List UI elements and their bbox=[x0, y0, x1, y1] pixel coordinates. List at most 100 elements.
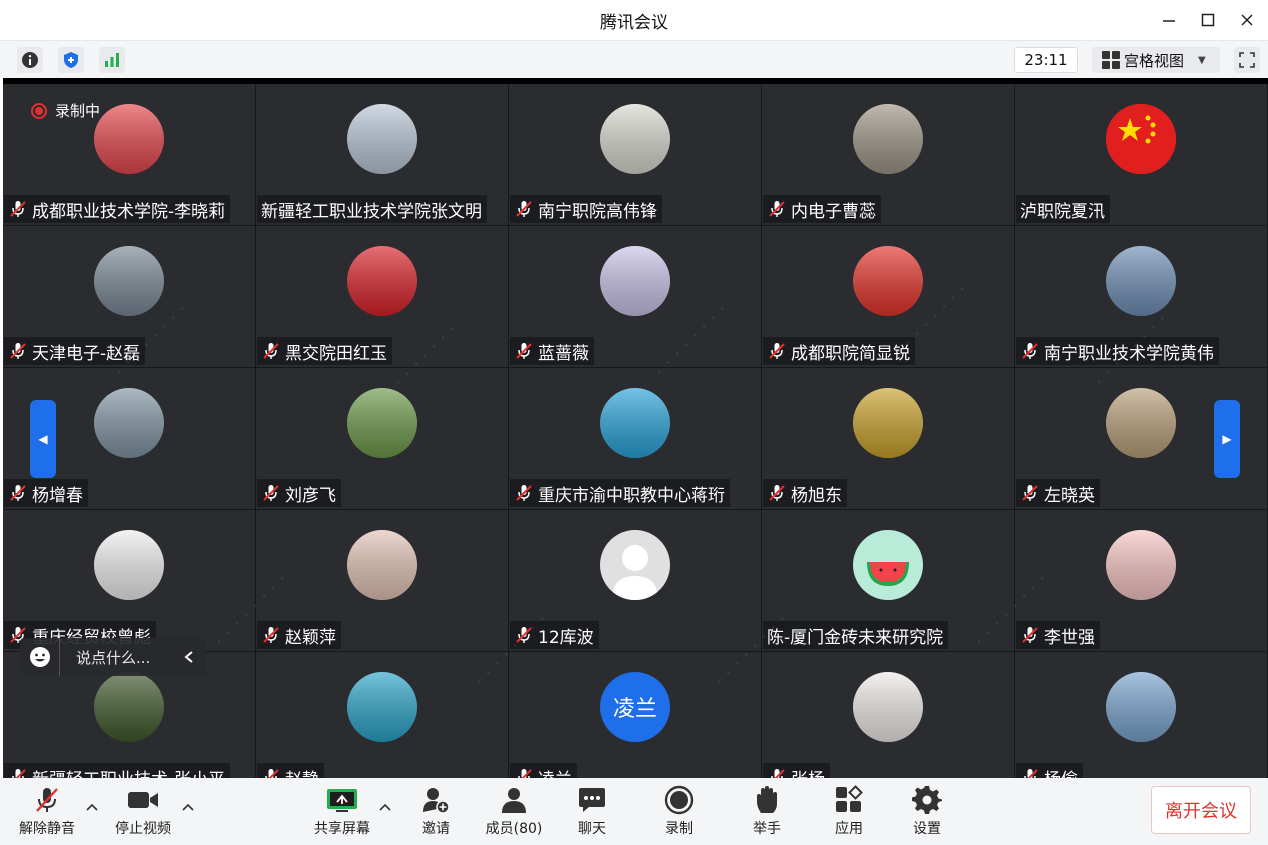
participant-tile[interactable]: 南宁职业技术学院黄伟 bbox=[1015, 226, 1268, 368]
maximize-button[interactable] bbox=[1196, 8, 1220, 32]
members-button[interactable]: 成员(80) bbox=[484, 784, 544, 840]
video-grid-stage: 成都职业技术学院-李晓莉 新疆轻工职业技术学院张文明 南宁职院高伟锋 内电子曹蕊 泸职院… bbox=[3, 78, 1268, 778]
audio-options-caret[interactable] bbox=[85, 800, 99, 814]
mic-muted-icon bbox=[516, 201, 532, 217]
participant-tile[interactable]: 蓝蔷薇 bbox=[509, 226, 762, 368]
view-mode-select[interactable]: 宫格视图 ▼ bbox=[1092, 47, 1220, 73]
apps-button[interactable]: 应用 bbox=[831, 784, 867, 840]
participant-name: 杨增春 bbox=[32, 485, 83, 506]
participant-tile[interactable]: 赵静 bbox=[256, 652, 509, 778]
top-toolbar: 23:11 宫格视图 ▼ bbox=[0, 40, 1268, 78]
participant-tile[interactable]: 新疆轻工职业技术学院张文明 bbox=[256, 84, 509, 226]
shield-icon bbox=[64, 52, 78, 68]
photo-avatar-icon bbox=[94, 530, 164, 600]
participant-name-tag: 重庆市渝中职教中心蒋珩 bbox=[510, 479, 730, 507]
photo-avatar-icon bbox=[1106, 246, 1176, 316]
raise-hand-button[interactable]: 举手 bbox=[748, 784, 786, 840]
photo-avatar-icon bbox=[1106, 672, 1176, 742]
settings-button[interactable]: 设置 bbox=[909, 784, 945, 840]
avatar bbox=[600, 530, 670, 600]
avatar bbox=[94, 530, 164, 600]
participant-tile[interactable]: 张杨 bbox=[762, 652, 1015, 778]
participant-tile[interactable]: 天津电子-赵磊 bbox=[3, 226, 256, 368]
quick-chat-bar[interactable]: 说点什么... bbox=[20, 638, 206, 676]
record-icon bbox=[662, 784, 696, 816]
mic-muted-icon bbox=[265, 769, 279, 778]
participant-name-tag: 泸职院夏汛 bbox=[1016, 195, 1110, 223]
participant-tile[interactable]: 凌兰凌兰 bbox=[509, 652, 762, 778]
photo-avatar-icon bbox=[853, 388, 923, 458]
chevron-up-icon bbox=[182, 803, 194, 811]
next-page-button[interactable]: ▶ bbox=[1214, 400, 1240, 478]
avatar bbox=[853, 388, 923, 458]
share-screen-button[interactable]: 共享屏幕 bbox=[311, 784, 373, 840]
meeting-timer: 23:11 bbox=[1014, 47, 1078, 73]
chat-button[interactable]: 聊天 bbox=[574, 784, 610, 840]
participant-tile[interactable]: 泸职院夏汛 bbox=[1015, 84, 1268, 226]
share-options-caret[interactable] bbox=[378, 800, 392, 814]
recording-label: 录制中 bbox=[55, 102, 101, 120]
info-button[interactable] bbox=[17, 47, 43, 73]
participant-name: 凌兰 bbox=[538, 765, 572, 779]
close-button[interactable] bbox=[1235, 8, 1259, 32]
participant-name: 南宁职业技术学院黄伟 bbox=[1044, 343, 1214, 364]
unmute-button[interactable]: 解除静音 bbox=[18, 784, 76, 840]
mic-muted-icon bbox=[769, 201, 785, 217]
avatar bbox=[347, 388, 417, 458]
apps-icon bbox=[832, 784, 866, 816]
prev-page-button[interactable]: ◀ bbox=[30, 400, 56, 478]
chat-input[interactable]: 说点什么... bbox=[60, 647, 172, 668]
network-status-button[interactable] bbox=[99, 47, 125, 73]
participant-name-tag: 南宁职院高伟锋 bbox=[510, 195, 662, 223]
mic-muted-icon bbox=[769, 343, 785, 359]
participant-name: 张杨 bbox=[791, 765, 825, 779]
participant-tile[interactable]: 成都职院简显锐 bbox=[762, 226, 1015, 368]
photo-avatar-icon bbox=[853, 672, 923, 742]
security-button[interactable] bbox=[58, 47, 84, 73]
participant-name: 赵静 bbox=[285, 765, 319, 779]
participant-tile[interactable]: 南宁职院高伟锋 bbox=[509, 84, 762, 226]
participant-tile[interactable]: 李世强 bbox=[1015, 510, 1268, 652]
photo-avatar-icon bbox=[347, 246, 417, 316]
stop-video-button[interactable]: 停止视频 bbox=[113, 784, 173, 840]
gear-icon bbox=[910, 784, 944, 816]
fullscreen-button[interactable] bbox=[1234, 47, 1260, 73]
photo-avatar-icon bbox=[347, 530, 417, 600]
participant-tile[interactable]: 杨旭东 bbox=[762, 368, 1015, 510]
participant-name: 12库波 bbox=[538, 627, 594, 648]
participant-name: 新疆轻工职业技术学院张文明 bbox=[261, 201, 482, 222]
participant-name-tag: 陈-厦门金砖未来研究院 bbox=[763, 621, 949, 649]
participant-tile[interactable]: 12库波 bbox=[509, 510, 762, 652]
avatar bbox=[600, 246, 670, 316]
photo-avatar-icon bbox=[600, 246, 670, 316]
collapse-chat-button[interactable] bbox=[172, 650, 206, 664]
members-icon bbox=[497, 784, 531, 816]
video-options-caret[interactable] bbox=[181, 800, 195, 814]
leave-meeting-button[interactable]: 离开会议 bbox=[1151, 786, 1251, 834]
participant-tile[interactable]: 陈-厦门金砖未来研究院 bbox=[762, 510, 1015, 652]
mic-muted-icon bbox=[263, 485, 279, 501]
emoji-button[interactable] bbox=[20, 638, 60, 676]
invite-button[interactable]: 邀请 bbox=[417, 784, 455, 840]
participant-tile[interactable]: 内电子曹蕊 bbox=[762, 84, 1015, 226]
participant-name: 赵颖萍 bbox=[285, 627, 336, 648]
record-dot-icon bbox=[31, 102, 47, 119]
minimize-button[interactable] bbox=[1157, 8, 1181, 32]
participant-name-tag: 张杨 bbox=[763, 763, 830, 778]
participant-name-tag: 新疆轻工职业技术-张小平 bbox=[4, 763, 231, 778]
participant-name-tag: 赵颖萍 bbox=[257, 621, 341, 649]
chevron-left-icon bbox=[184, 651, 193, 663]
participant-tile[interactable]: 杨偷 bbox=[1015, 652, 1268, 778]
participant-tile[interactable]: 黑交院田红玉 bbox=[256, 226, 509, 368]
participant-tile[interactable]: 重庆市渝中职教中心蒋珩 bbox=[509, 368, 762, 510]
chevron-up-icon bbox=[379, 803, 391, 811]
participant-tile[interactable]: 赵颖萍 bbox=[256, 510, 509, 652]
fullscreen-icon bbox=[1239, 52, 1255, 68]
avatar bbox=[347, 104, 417, 174]
record-button[interactable]: 录制 bbox=[661, 784, 697, 840]
participant-tile[interactable]: 重庆经贸校曾彪 bbox=[3, 510, 256, 652]
mic-muted-icon bbox=[518, 769, 532, 778]
participant-tile[interactable]: 刘彦飞 bbox=[256, 368, 509, 510]
mic-muted-icon bbox=[769, 485, 785, 501]
chevron-down-icon: ▼ bbox=[1198, 54, 1206, 66]
